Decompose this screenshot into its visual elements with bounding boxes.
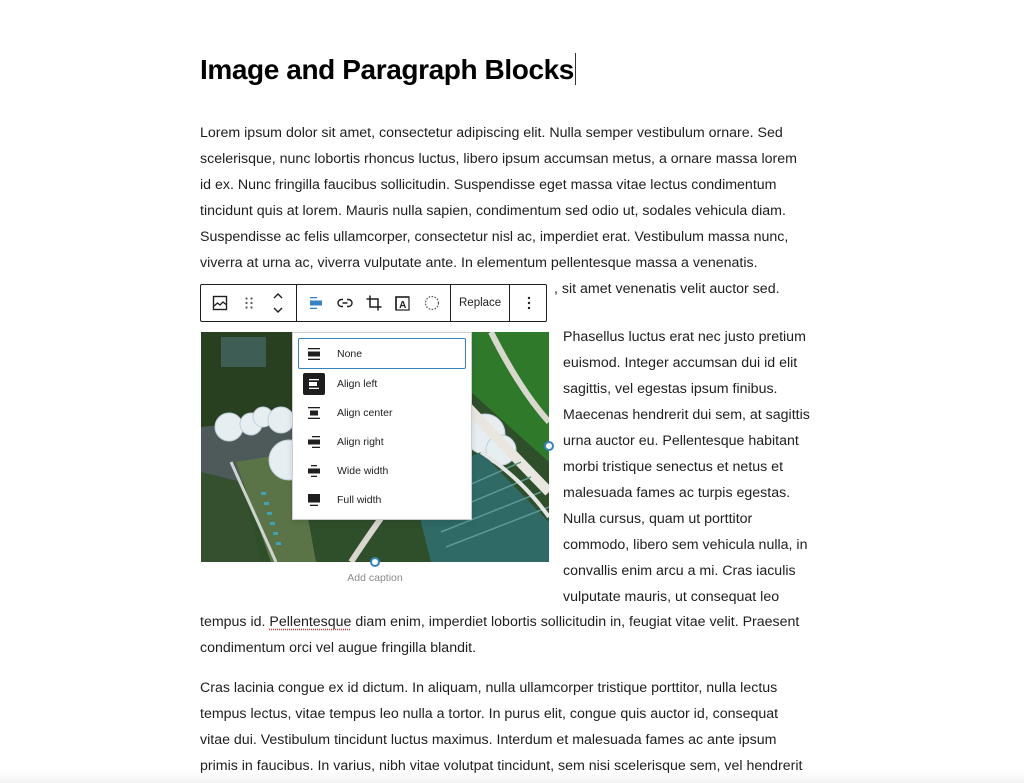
paragraph-line: convallis enim arcu a mi. Cras iaculis <box>563 563 796 579</box>
post-title[interactable]: Image and Paragraph Blocks <box>200 50 576 90</box>
replace-button[interactable]: Replace <box>451 285 509 321</box>
crop-button[interactable] <box>359 285 388 321</box>
align-option-right[interactable]: Align right <box>298 427 466 456</box>
paragraph-line: Phasellus luctus erat nec justo pretium <box>563 329 806 345</box>
bottom-fade <box>0 771 1024 783</box>
align-dropdown-menu: None Align left Align center Align right… <box>292 332 472 520</box>
link-icon <box>336 298 353 308</box>
text-run: diam enim, imperdiet lobortis sollicitud… <box>351 614 800 630</box>
paragraph-line: scelerisque, nunc lobortis rhoncus luctu… <box>200 151 797 167</box>
paragraph-block-1[interactable]: Lorem ipsum dolor sit amet, consectetur … <box>200 120 825 276</box>
toolbar-group-block <box>201 285 297 321</box>
paragraph-line: tempus lectus, vitae tempus leo nulla a … <box>200 706 779 722</box>
duotone-icon <box>424 295 440 311</box>
link-button[interactable] <box>330 285 359 321</box>
drag-icon <box>244 296 254 310</box>
align-wide-icon <box>303 460 325 482</box>
resize-handle-right[interactable] <box>544 441 554 451</box>
paragraph-line: Lorem ipsum dolor sit amet, consectetur … <box>200 125 783 141</box>
align-option-label: Full width <box>337 493 382 506</box>
paragraph-line: urna auctor eu. Pellentesque habitant <box>563 433 799 449</box>
paragraph-block-2-tail[interactable]: tempus id. Pellentesque diam enim, imper… <box>200 609 799 661</box>
svg-text:A: A <box>399 300 406 311</box>
align-option-full[interactable]: Full width <box>298 485 466 514</box>
align-option-left[interactable]: Align left <box>298 369 466 398</box>
text-run: tempus id. <box>200 614 270 630</box>
text-overlay-icon: A <box>395 295 410 311</box>
block-toolbar: A Replace <box>200 284 547 322</box>
crop-icon <box>366 295 382 311</box>
paragraph-line: euismod. Integer accumsan dui id elit <box>563 355 798 371</box>
text-overlay-button[interactable]: A <box>388 285 417 321</box>
align-option-label: Align center <box>337 406 393 419</box>
align-right-icon <box>303 431 325 453</box>
image-caption-input[interactable]: Add caption <box>201 572 549 584</box>
align-option-label: Align left <box>337 377 378 390</box>
paragraph-line-partial: , sit amet venenatis velit auctor sed. <box>554 281 780 297</box>
align-option-label: Wide width <box>337 464 389 477</box>
paragraph-block-3[interactable]: Cras lacinia congue ex id dictum. In ali… <box>200 675 825 779</box>
paragraph-line: id ex. Nunc fringilla faucibus sollicitu… <box>200 177 777 193</box>
align-option-label: None <box>337 347 363 360</box>
paragraph-line: Suspendisse ac felis ullamcorper, consec… <box>200 229 789 245</box>
move-up-down-button[interactable] <box>263 285 292 321</box>
paragraph-line: Cras lacinia congue ex id dictum. In ali… <box>200 680 778 696</box>
duotone-button[interactable] <box>417 285 446 321</box>
align-option-center[interactable]: Align center <box>298 398 466 427</box>
misspelled-word[interactable]: Pellentesque <box>269 614 351 630</box>
align-full-icon <box>303 489 325 511</box>
more-options-button[interactable] <box>514 285 543 321</box>
paragraph-line: vulputate mauris, ut consequat leo <box>563 589 780 605</box>
align-button[interactable] <box>301 285 330 321</box>
paragraph-line: sagittis, vel egestas ipsum finibus. <box>563 381 778 397</box>
toolbar-group-replace: Replace <box>451 285 511 321</box>
toolbar-group-tools: A <box>297 285 451 321</box>
align-center-icon <box>303 402 325 424</box>
paragraph-line: Maecenas hendrerit dui sem, at sagittis <box>563 407 810 423</box>
paragraph-line: tempus id. Pellentesque diam enim, imper… <box>200 609 799 635</box>
more-vertical-icon <box>527 296 531 310</box>
paragraph-block-2[interactable]: Phasellus luctus erat nec justo pretium … <box>563 324 825 610</box>
align-icon <box>309 296 323 310</box>
align-none-icon <box>303 343 325 365</box>
align-option-wide[interactable]: Wide width <box>298 456 466 485</box>
paragraph-line: morbi tristique senectus et netus et <box>563 459 784 475</box>
text-cursor <box>574 53 576 85</box>
paragraph-line: malesuada fames ac turpis egestas. <box>563 485 791 501</box>
drag-handle-button[interactable] <box>234 285 263 321</box>
toolbar-group-more <box>510 285 547 321</box>
block-type-button[interactable] <box>205 285 234 321</box>
paragraph-line: Nulla cursus, quam ut porttitor <box>563 511 753 527</box>
image-icon <box>212 295 228 311</box>
chevron-up-down-icon <box>272 292 284 314</box>
paragraph-line: tincidunt quis at lorem. Mauris nulla sa… <box>200 203 786 219</box>
align-option-label: Align right <box>337 435 384 448</box>
paragraph-line: vitae dui. Vestibulum tincidunt luctus m… <box>200 732 777 748</box>
align-left-icon <box>303 372 325 395</box>
align-option-none[interactable]: None <box>298 338 466 369</box>
paragraph-line: commodo, libero sem vehicula nulla, in <box>563 537 808 553</box>
post-title-text: Image and Paragraph Blocks <box>200 54 574 85</box>
paragraph-line: condimentum orci vel augue fringilla bla… <box>200 640 477 656</box>
paragraph-line: viverra at urna ac, viverra vulputate an… <box>200 255 758 271</box>
resize-handle-bottom[interactable] <box>370 557 380 567</box>
